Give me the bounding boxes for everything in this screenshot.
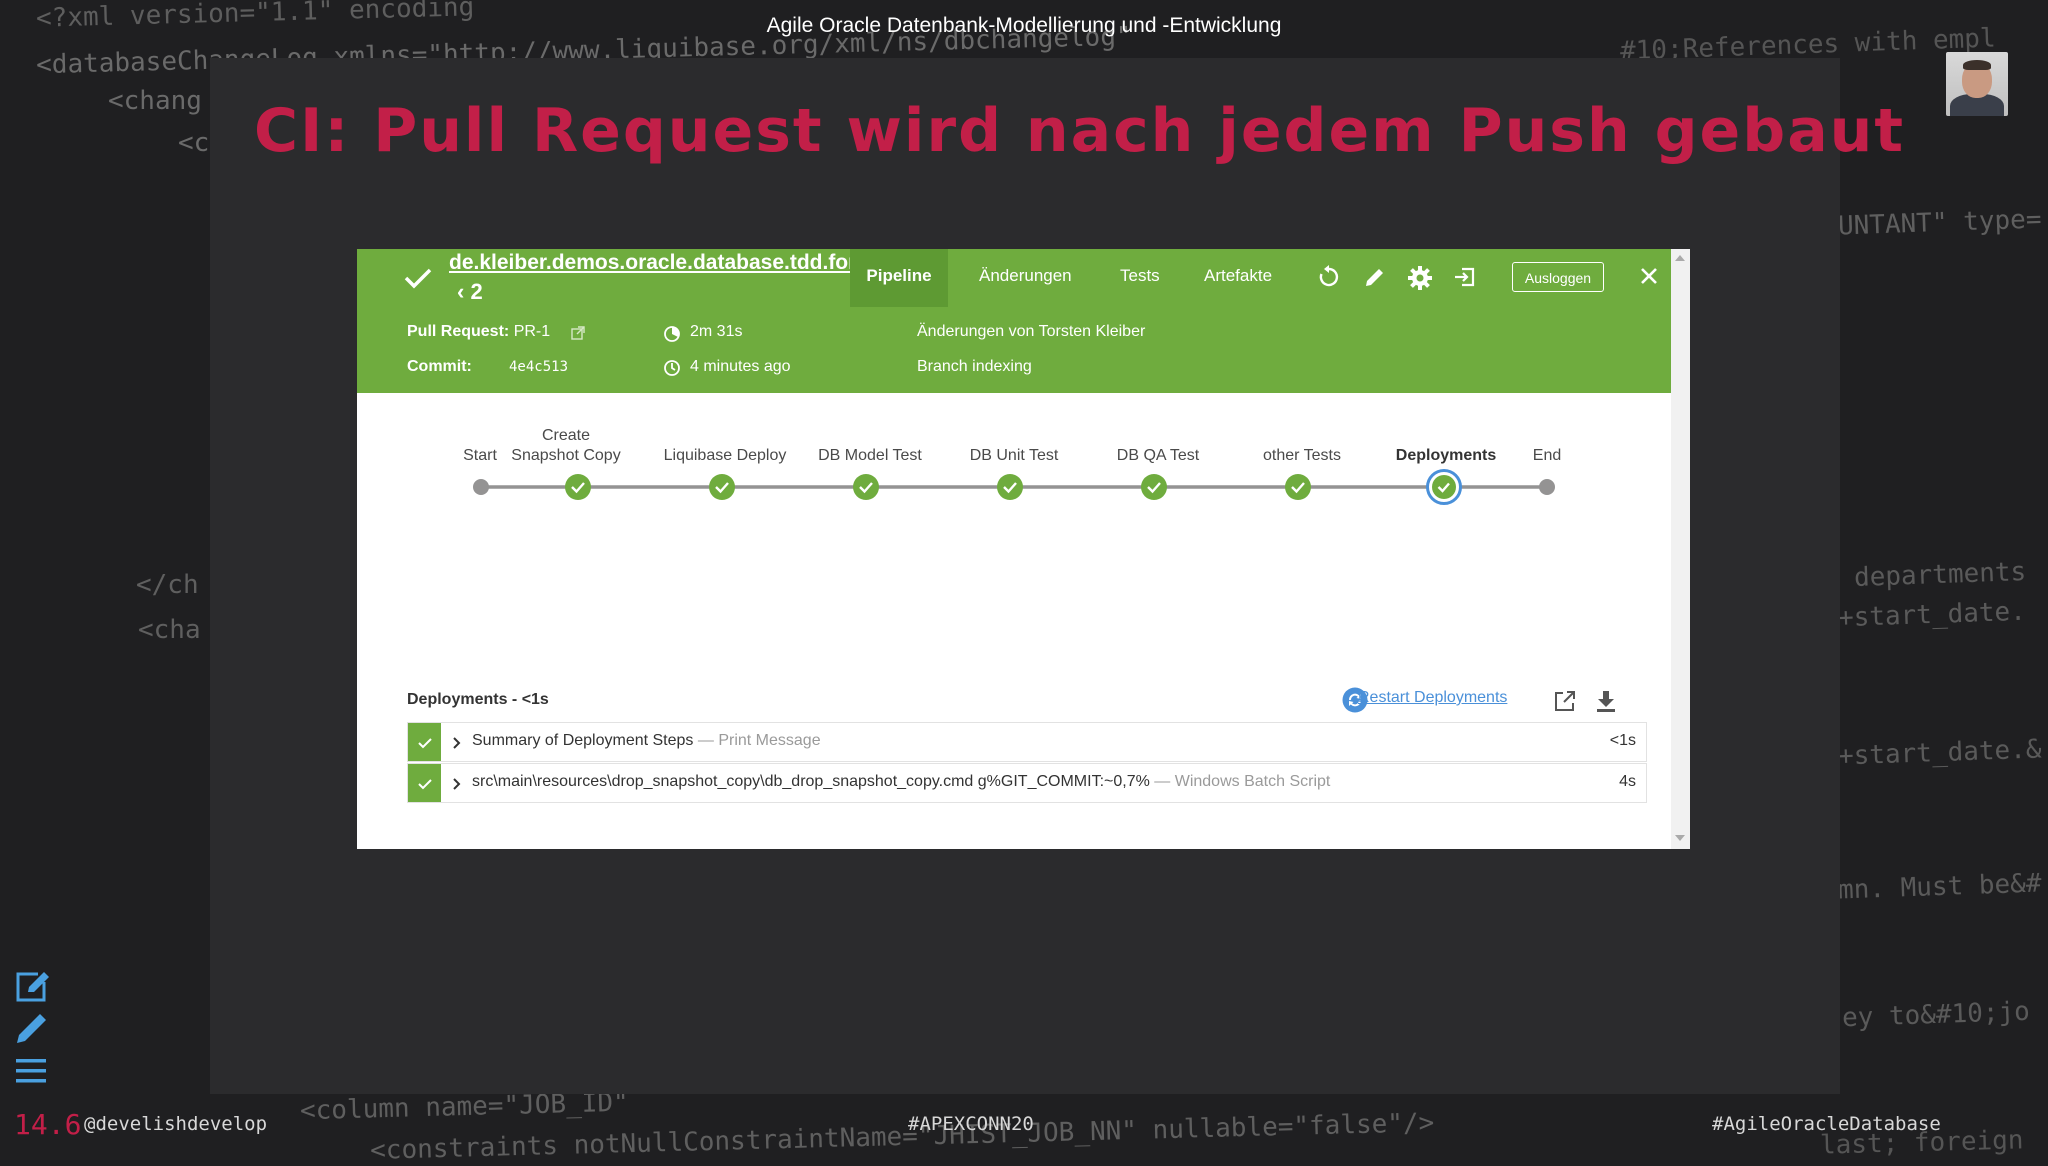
tab-pipeline[interactable]: Pipeline bbox=[850, 249, 948, 307]
restart-deployments-link[interactable]: Restart Deployments bbox=[1358, 689, 1507, 707]
step-row[interactable]: Summary of Deployment Steps — Print Mess… bbox=[407, 722, 1647, 762]
clock-icon bbox=[664, 360, 680, 376]
stage-node-db-qa-test[interactable] bbox=[1140, 473, 1168, 501]
code-line: +start_date.& bbox=[1837, 734, 2042, 772]
run-time-ago: 4 minutes ago bbox=[690, 358, 791, 375]
step-label: src\main\resources\drop_snapshot_copy\db… bbox=[472, 773, 1330, 791]
stage-node-end bbox=[1539, 479, 1555, 495]
step-type: — Print Message bbox=[697, 732, 821, 749]
tab-artifacts[interactable]: Artefakte bbox=[1204, 249, 1272, 307]
edit-note-icon[interactable] bbox=[14, 968, 52, 1004]
jenkins-window: de.kleiber.demos.oracle.database.tdd.for… bbox=[357, 249, 1690, 849]
step-row[interactable]: src\main\resources\drop_snapshot_copy\db… bbox=[407, 763, 1647, 803]
changes-by: Änderungen von Torsten Kleiber bbox=[917, 323, 1146, 340]
step-name: src\main\resources\drop_snapshot_copy\db… bbox=[472, 773, 1150, 790]
step-name: Summary of Deployment Steps bbox=[472, 732, 694, 749]
stage-node-db-model-test[interactable] bbox=[852, 473, 880, 501]
step-duration: 4s bbox=[1619, 773, 1636, 790]
step-duration: <1s bbox=[1609, 732, 1636, 749]
duration-icon bbox=[664, 326, 680, 342]
success-check-icon bbox=[404, 268, 432, 289]
check-icon bbox=[418, 779, 432, 790]
code-line: ey to&#10;jo bbox=[1841, 996, 2031, 1034]
stage-label-db-qa-test: DB QA Test bbox=[1116, 447, 1200, 464]
stage-node-db-unit-test[interactable] bbox=[996, 473, 1024, 501]
open-external-icon[interactable] bbox=[1553, 689, 1577, 713]
settings-gear-icon[interactable] bbox=[1407, 265, 1433, 291]
download-icon[interactable] bbox=[1595, 689, 1617, 713]
presenter-avatar bbox=[1946, 52, 2008, 116]
twitter-handle: @develishdevelop bbox=[84, 1113, 268, 1135]
step-label: Summary of Deployment Steps — Print Mess… bbox=[472, 732, 821, 750]
stage-node-liquibase-deploy[interactable] bbox=[708, 473, 736, 501]
stage-label-liquibase-deploy: Liquibase Deploy bbox=[663, 447, 787, 464]
pr-number-label: 2 bbox=[470, 279, 483, 304]
check-icon bbox=[418, 738, 432, 749]
pull-request-label: Pull Request: bbox=[407, 323, 510, 340]
stage-label-db-model-test: DB Model Test bbox=[818, 447, 922, 464]
commit-label: Commit: bbox=[407, 358, 472, 375]
code-line: UNTANT" type= bbox=[1837, 204, 2042, 242]
stage-label-create-snapshot: Create Snapshot Copy bbox=[511, 427, 621, 464]
scrollbar[interactable] bbox=[1671, 249, 1690, 849]
video-title: Agile Oracle Datenbank-Modellierung und … bbox=[766, 14, 1282, 37]
stage-label-db-unit-test: DB Unit Test bbox=[969, 447, 1059, 464]
stage-node-create-snapshot[interactable] bbox=[564, 473, 592, 501]
scroll-down-arrow[interactable] bbox=[1675, 835, 1685, 841]
code-line: departments bbox=[1853, 557, 2027, 593]
slide-number: 14.6 bbox=[14, 1108, 82, 1141]
stage-node-other-tests[interactable] bbox=[1284, 473, 1312, 501]
steps-title: Deployments - <1s bbox=[407, 691, 549, 708]
code-line: <chang bbox=[108, 86, 202, 116]
external-link-icon[interactable] bbox=[571, 326, 585, 340]
step-success-status bbox=[408, 723, 441, 761]
code-line: +start_date. bbox=[1837, 596, 2027, 634]
commit-info: Commit: bbox=[407, 358, 472, 376]
stage-node-deployments[interactable] bbox=[1426, 469, 1462, 505]
code-line: <c bbox=[178, 128, 210, 158]
stage-node-start bbox=[473, 479, 489, 495]
run-duration: 2m 31s bbox=[690, 323, 743, 340]
run-header: de.kleiber.demos.oracle.database.tdd.for… bbox=[357, 249, 1671, 393]
slide-heading: CI: Pull Request wird nach jedem Push ge… bbox=[254, 96, 1906, 166]
close-icon[interactable] bbox=[1639, 266, 1659, 286]
menu-icon[interactable] bbox=[14, 1056, 48, 1086]
pen-icon[interactable] bbox=[14, 1010, 50, 1046]
logout-button[interactable]: Ausloggen bbox=[1512, 262, 1604, 292]
pipeline-graph: Start Create Snapshot Copy Liquibase Dep… bbox=[357, 393, 1671, 593]
scroll-up-arrow[interactable] bbox=[1675, 255, 1685, 261]
pr-number[interactable]: ‹ 2 bbox=[457, 279, 483, 305]
chevron-left-icon: ‹ bbox=[457, 279, 465, 304]
step-type: — Windows Batch Script bbox=[1154, 773, 1331, 790]
code-line: mn. Must be&# bbox=[1837, 868, 2042, 906]
event-hashtag: #APEXCONN20 bbox=[908, 1113, 1034, 1135]
exit-classic-icon[interactable] bbox=[1453, 265, 1477, 289]
step-success-status bbox=[408, 764, 441, 802]
tab-tests[interactable]: Tests bbox=[1120, 249, 1160, 307]
stage-label-end: End bbox=[1532, 447, 1562, 464]
chevron-right-icon[interactable] bbox=[452, 736, 462, 750]
pull-request-info: Pull Request: PR-1 bbox=[407, 323, 550, 341]
pull-request-value: PR-1 bbox=[513, 323, 551, 340]
header-toolbar: de.kleiber.demos.oracle.database.tdd.for… bbox=[357, 249, 1671, 307]
run-cause: Branch indexing bbox=[917, 358, 1032, 375]
topic-hashtag: #AgileOracleDatabase bbox=[1712, 1113, 1941, 1135]
repo-link[interactable]: de.kleiber.demos.oracle.database.tdd.for… bbox=[449, 251, 868, 275]
edit-pencil-icon[interactable] bbox=[1363, 265, 1387, 289]
chevron-right-icon[interactable] bbox=[452, 777, 462, 791]
stage-label-other-tests: other Tests bbox=[1263, 447, 1341, 464]
tab-changes[interactable]: Änderungen bbox=[979, 249, 1072, 307]
commit-hash[interactable]: 4e4c513 bbox=[509, 359, 568, 375]
code-line: <cha bbox=[138, 615, 201, 645]
code-line: </ch bbox=[136, 570, 199, 600]
rerun-icon[interactable] bbox=[1317, 265, 1341, 289]
